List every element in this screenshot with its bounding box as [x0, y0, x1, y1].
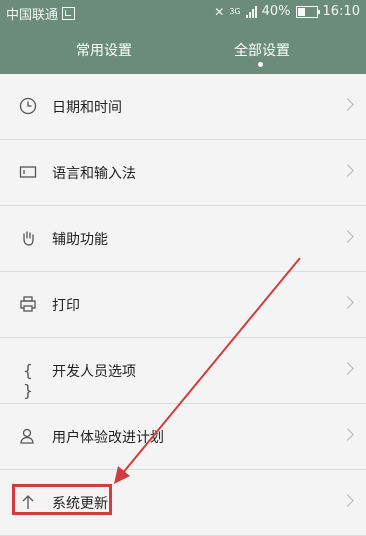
- braces-icon: { }: [22, 361, 34, 400]
- carrier-label: 中国联通: [6, 8, 59, 23]
- chevron-right-icon: [341, 362, 354, 375]
- keyboard-icon: [18, 163, 38, 183]
- mute-icon: ✕: [214, 4, 225, 19]
- user-icon: [18, 427, 38, 447]
- active-tab-indicator: [258, 62, 263, 67]
- signal-icon: [245, 5, 257, 18]
- hand-icon: [18, 229, 38, 249]
- tab-common-settings[interactable]: 常用设置: [76, 40, 132, 60]
- printer-icon: [18, 295, 38, 315]
- settings-item-print[interactable]: 打印: [0, 272, 366, 338]
- annotation-highlight-box: [12, 484, 112, 515]
- chevron-right-icon: [341, 428, 354, 441]
- settings-item-developer-options[interactable]: { } 开发人员选项: [0, 338, 366, 404]
- settings-item-language-input[interactable]: 语言和输入法: [0, 140, 366, 206]
- clock-icon: [18, 97, 38, 117]
- tab-all-settings[interactable]: 全部设置: [234, 40, 290, 60]
- chevron-right-icon: [341, 296, 354, 309]
- settings-item-label: 用户体验改进计划: [52, 430, 164, 446]
- settings-item-label: 辅助功能: [52, 232, 108, 248]
- sim-icon: [62, 7, 76, 20]
- settings-item-label: 日期和时间: [52, 100, 122, 116]
- chevron-right-icon: [341, 230, 354, 243]
- chevron-right-icon: [341, 494, 354, 507]
- battery-icon: [295, 5, 320, 18]
- clock-time: 16:10: [322, 4, 360, 19]
- battery-percent: 40%: [261, 4, 291, 19]
- settings-item-label: 打印: [52, 298, 80, 314]
- settings-item-label: 开发人员选项: [52, 364, 136, 380]
- chevron-right-icon: [341, 164, 354, 177]
- settings-item-date-time[interactable]: 日期和时间: [0, 74, 366, 140]
- network-label: 3G: [229, 7, 241, 16]
- chevron-right-icon: [341, 98, 354, 111]
- settings-list: 日期和时间 语言和输入法 辅助功能 打印 { } 开发人员选项 用户体验改进计划: [0, 74, 366, 536]
- settings-item-label: 语言和输入法: [52, 166, 136, 182]
- settings-item-user-experience[interactable]: 用户体验改进计划: [0, 404, 366, 470]
- tab-bar: 常用设置 全部设置: [0, 26, 366, 74]
- settings-item-accessibility[interactable]: 辅助功能: [0, 206, 366, 272]
- status-bar: 中国联通 ✕ 3G 40% 16:10: [0, 0, 366, 26]
